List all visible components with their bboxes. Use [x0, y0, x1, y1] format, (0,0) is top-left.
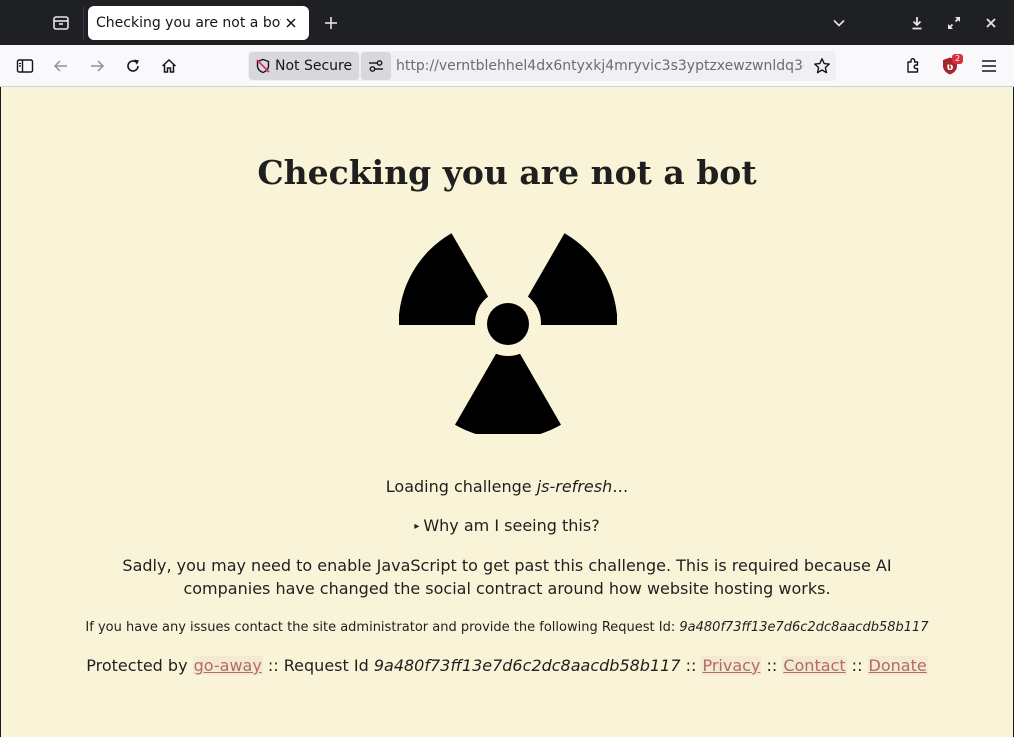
go-away-link[interactable]: go-away	[192, 656, 263, 675]
contact-notice: If you have any issues contact the site …	[1, 620, 1013, 635]
details-summary: Why am I seeing this?	[423, 516, 600, 535]
challenge-name: js-refresh	[536, 477, 613, 496]
chevron-down-icon	[833, 19, 845, 27]
security-indicator[interactable]: Not Secure	[249, 52, 359, 80]
page-content: Checking you are not a bot Loading chall…	[1, 87, 1013, 737]
tab-title: Checking you are not a bot	[96, 15, 281, 31]
radiation-trefoil-icon	[399, 233, 617, 434]
close-icon	[986, 18, 996, 28]
why-details-toggle[interactable]: ▸ Why am I seeing this?	[1, 516, 1013, 535]
plus-icon	[325, 17, 337, 29]
footer-protected-by: Protected by	[86, 656, 193, 675]
downloads-button[interactable]	[902, 8, 932, 38]
ublock-extension-button[interactable]: ʋ 2	[935, 51, 965, 81]
bookmark-button[interactable]	[808, 52, 836, 80]
donate-link[interactable]: Donate	[867, 656, 928, 675]
url-bar[interactable]: Not Secure http://verntblehhel4dx6ntyxkj…	[248, 51, 836, 81]
download-icon	[912, 17, 922, 30]
reload-button[interactable]	[118, 51, 148, 81]
site-permissions-button[interactable]	[361, 52, 391, 80]
close-window-button[interactable]	[976, 8, 1006, 38]
contact-text: If you have any issues contact the site …	[85, 620, 680, 635]
reload-icon	[127, 59, 139, 72]
tab-divider	[83, 6, 84, 40]
loading-prefix: Loading challenge	[385, 477, 537, 496]
javascript-required-message: Sadly, you may need to enable JavaScript…	[122, 556, 892, 598]
disclosure-triangle-icon: ▸	[414, 521, 420, 532]
permissions-icon	[369, 60, 383, 72]
app-menu-button[interactable]	[974, 51, 1004, 81]
extensions-button[interactable]	[898, 51, 928, 81]
security-label: Not Secure	[275, 58, 353, 74]
footer-request-id: 9a480f73ff13e7d6c2dc8aacdb58b117	[373, 656, 681, 675]
nav-bar: Not Secure http://verntblehhel4dx6ntyxkj…	[0, 45, 1014, 87]
tab-active[interactable]: Checking you are not a bot	[88, 6, 309, 40]
star-icon	[814, 58, 830, 74]
restore-window-button[interactable]	[939, 8, 969, 38]
footer-separator: ::	[680, 656, 702, 675]
forward-arrow-icon	[91, 60, 105, 72]
back-button[interactable]	[46, 51, 76, 81]
footer: Protected by go-away :: Request Id 9a480…	[1, 656, 1013, 675]
close-icon	[286, 18, 296, 28]
privacy-link[interactable]: Privacy	[701, 656, 762, 675]
forward-button[interactable]	[82, 51, 112, 81]
firefox-view-icon	[53, 16, 69, 30]
extensions-icon	[907, 58, 919, 73]
new-tab-button[interactable]	[316, 8, 346, 38]
loading-suffix: …	[612, 477, 629, 496]
sidebar-button[interactable]	[10, 51, 40, 81]
home-icon	[161, 58, 177, 73]
resize-icon	[948, 17, 960, 29]
tab-close-button[interactable]	[281, 13, 301, 33]
back-arrow-icon	[53, 60, 67, 72]
extension-badge-count: 2	[952, 54, 963, 64]
loading-status: Loading challenge js-refresh…	[1, 477, 1013, 496]
contact-link[interactable]: Contact	[782, 656, 847, 675]
footer-separator: ::	[761, 656, 783, 675]
url-text[interactable]: http://verntblehhel4dx6ntyxkj4mryvic3s3y…	[396, 57, 804, 77]
page-title: Checking you are not a bot	[257, 153, 757, 192]
shield-slash-icon	[256, 58, 270, 74]
list-all-tabs-button[interactable]	[824, 8, 854, 38]
sidebar-icon	[16, 59, 34, 73]
home-button[interactable]	[154, 51, 184, 81]
footer-separator: ::	[846, 656, 868, 675]
firefox-view-button[interactable]	[45, 8, 77, 38]
tab-strip: Checking you are not a bot	[0, 0, 1014, 45]
contact-request-id: 9a480f73ff13e7d6c2dc8aacdb58b117	[679, 620, 929, 635]
footer-request-label: :: Request Id	[262, 656, 374, 675]
hamburger-menu-icon	[982, 60, 996, 72]
